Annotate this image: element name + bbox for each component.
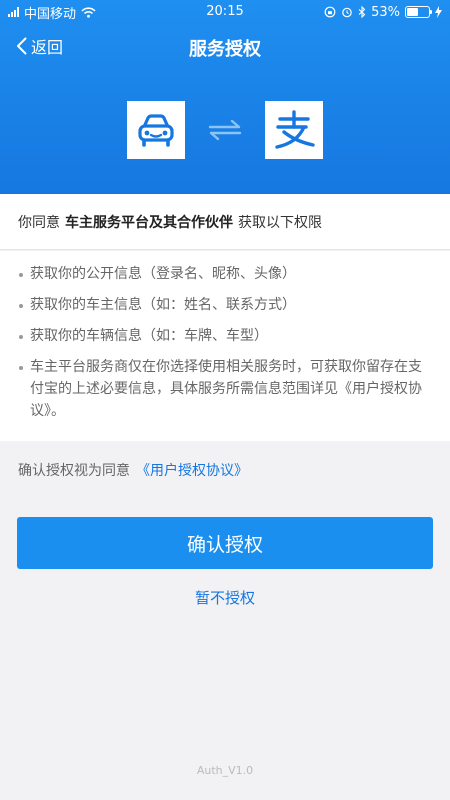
alipay-logo: [265, 101, 323, 159]
permission-list: 获取你的公开信息（登录名、昵称、头像） 获取你的车主信息（如：姓名、联系方式） …: [0, 251, 450, 441]
battery-fill: [407, 8, 419, 16]
page-title: 服务授权: [189, 39, 261, 60]
agreement-line: 确认授权视为同意 《用户授权协议》: [18, 460, 248, 480]
header: 中国移动 53% 20:15 返回 服务授权: [0, 0, 450, 194]
permission-item-notice: 车主平台服务商仅在你选择使用相关服务时，可获取你留存在支付宝的上述必要信息，具体…: [18, 356, 432, 422]
status-bar: 中国移动 53% 20:15: [0, 0, 450, 24]
decline-button[interactable]: 暂不授权: [0, 587, 450, 608]
consent-prefix: 你同意: [18, 214, 60, 231]
charging-icon: [435, 6, 442, 18]
consent-party: 车主服务平台及其合作伙伴: [65, 214, 233, 231]
version-label: Auth_V1.0: [196, 764, 254, 777]
swap-arrows-icon: [205, 115, 245, 145]
rotation-lock-icon: [324, 6, 336, 18]
wifi-icon: [81, 6, 96, 18]
permission-item-vehicle-info: 获取你的车辆信息（如：车牌、车型）: [18, 325, 432, 347]
consent-suffix: 获取以下权限: [238, 214, 322, 231]
battery-icon: [405, 6, 432, 18]
battery-percent: 53%: [371, 4, 400, 20]
permission-item-public-info: 获取你的公开信息（登录名、昵称、头像）: [18, 263, 432, 285]
car-icon: [138, 114, 174, 147]
agreement-text: 确认授权视为同意: [18, 463, 130, 479]
logos-row: [0, 101, 450, 159]
permission-item-owner-info: 获取你的车主信息（如：姓名、联系方式）: [18, 294, 432, 316]
consent-statement: 你同意 车主服务平台及其合作伙伴 获取以下权限: [0, 194, 450, 250]
alarm-icon: [342, 7, 352, 18]
app-logo: [127, 101, 185, 159]
signal-icon: [8, 7, 19, 17]
alipay-icon: [275, 110, 315, 149]
confirm-button[interactable]: 确认授权: [17, 517, 433, 569]
nav-bar: 返回 服务授权: [0, 24, 450, 70]
bluetooth-icon: [358, 6, 366, 18]
agreement-link[interactable]: 《用户授权协议》: [136, 463, 248, 479]
carrier-label: 中国移动: [24, 6, 77, 22]
